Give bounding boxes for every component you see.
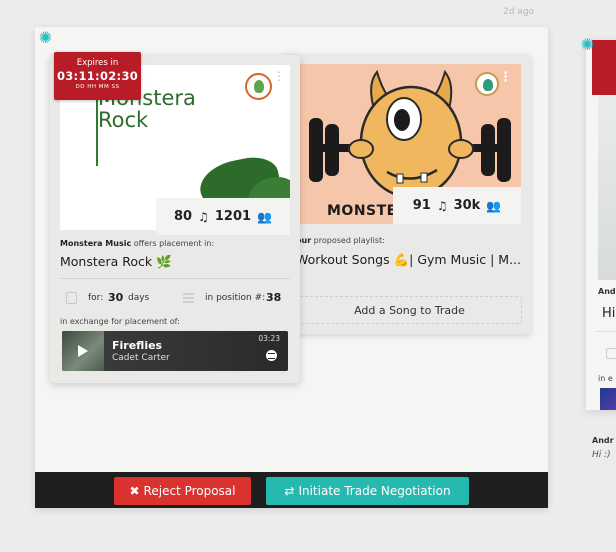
peek-message: Hi :) bbox=[592, 450, 611, 460]
proposed-playlist-stats: 91 ♫ 30k 👥 bbox=[393, 187, 521, 224]
offer-playlist-stats: 80 ♫ 1201 👥 bbox=[156, 198, 290, 235]
follower-count: 1201 bbox=[214, 209, 252, 224]
peek-playlist-title: Hi bbox=[602, 306, 616, 321]
close-icon: ✖ bbox=[129, 484, 140, 498]
music-note-icon: ♫ bbox=[436, 198, 448, 213]
music-note-icon: ♫ bbox=[198, 209, 209, 224]
peek-curator-name: And bbox=[598, 287, 616, 296]
duration-label: for: bbox=[88, 293, 104, 303]
followers-icon: 👥 bbox=[486, 198, 502, 213]
track-duration: 03:23 bbox=[258, 334, 280, 343]
peek-playlist-art bbox=[598, 95, 616, 280]
proposed-playlist-title: Workout Songs 💪| Gym Music | M... bbox=[296, 252, 521, 267]
curator-logo-icon bbox=[245, 73, 272, 100]
curator-logo-icon bbox=[475, 72, 499, 96]
reject-label: Reject Proposal bbox=[143, 484, 236, 498]
calendar-icon bbox=[66, 292, 77, 304]
art-text: MONSTE bbox=[327, 203, 397, 219]
peek-track-thumb bbox=[600, 388, 616, 410]
followers-icon: 👥 bbox=[257, 209, 272, 224]
initiate-trade-button[interactable]: ⇄ Initiate Trade Negotiation bbox=[266, 477, 469, 505]
placement-terms: for: 30 days in position #: 38 bbox=[60, 291, 290, 307]
track-player[interactable]: Fireflies Cadet Carter 03:23 bbox=[62, 331, 288, 371]
track-count: 80 bbox=[174, 209, 193, 224]
add-song-to-trade-button[interactable]: Add a Song to Trade bbox=[297, 296, 522, 324]
peek-expire-banner bbox=[592, 40, 616, 95]
expiry-units: DD HH MM SS bbox=[75, 84, 120, 90]
reject-proposal-button[interactable]: ✖ Reject Proposal bbox=[114, 477, 251, 505]
peek-divider bbox=[596, 331, 616, 332]
exchange-label: in exchange for placement of: bbox=[60, 317, 180, 326]
badge-splat-icon: ✺ bbox=[580, 35, 595, 54]
timestamp: 2d ago bbox=[503, 7, 535, 17]
list-icon bbox=[183, 293, 194, 303]
offer-caption: Monstera Music offers placement in: bbox=[60, 239, 215, 248]
play-icon[interactable] bbox=[78, 345, 88, 357]
trade-label: Initiate Trade Negotiation bbox=[298, 484, 451, 498]
expiry-time: 03:11:02:30 bbox=[56, 69, 139, 83]
peek-exchange-label: in e bbox=[598, 374, 613, 383]
track-name: Fireflies bbox=[112, 339, 163, 352]
swap-icon: ⇄ bbox=[284, 484, 295, 498]
proposed-playlist-art: ⋮ MONSTE 91 ♫ 30k 👥 bbox=[299, 64, 521, 224]
badge-splat-icon: ✺ bbox=[38, 28, 53, 47]
position-label: in position #: bbox=[205, 293, 266, 303]
next-proposal-card[interactable]: And Hi in e bbox=[586, 40, 616, 410]
expiry-countdown: Expires in 03:11:02:30 DD HH MM SS bbox=[54, 52, 141, 100]
expiry-label: Expires in bbox=[76, 58, 119, 68]
duration-unit: days bbox=[128, 293, 150, 303]
track-count: 91 bbox=[412, 198, 431, 213]
divider bbox=[60, 278, 290, 279]
position-value: 38 bbox=[266, 291, 282, 304]
more-options-icon[interactable]: ⋮ bbox=[499, 70, 512, 85]
proposed-playlist-card[interactable]: ⋮ MONSTE 91 ♫ 30k 👥 our proposed playlis… bbox=[282, 54, 531, 334]
proposed-caption: our proposed playlist: bbox=[296, 236, 385, 245]
calendar-icon bbox=[606, 348, 616, 359]
duration-value: 30 bbox=[108, 291, 124, 304]
offer-playlist-card[interactable]: Monstera Rock ⋮ 80 ♫ 1201 👥 Monstera Mus… bbox=[50, 55, 300, 383]
follower-count: 30k bbox=[453, 198, 481, 213]
offer-playlist-title: Monstera Rock 🌿 bbox=[60, 254, 172, 269]
track-artist: Cadet Carter bbox=[112, 353, 170, 363]
more-options-icon[interactable]: ⋮ bbox=[273, 69, 285, 83]
spotify-icon[interactable] bbox=[266, 350, 277, 361]
peek-message-author: Andr bbox=[592, 436, 614, 445]
